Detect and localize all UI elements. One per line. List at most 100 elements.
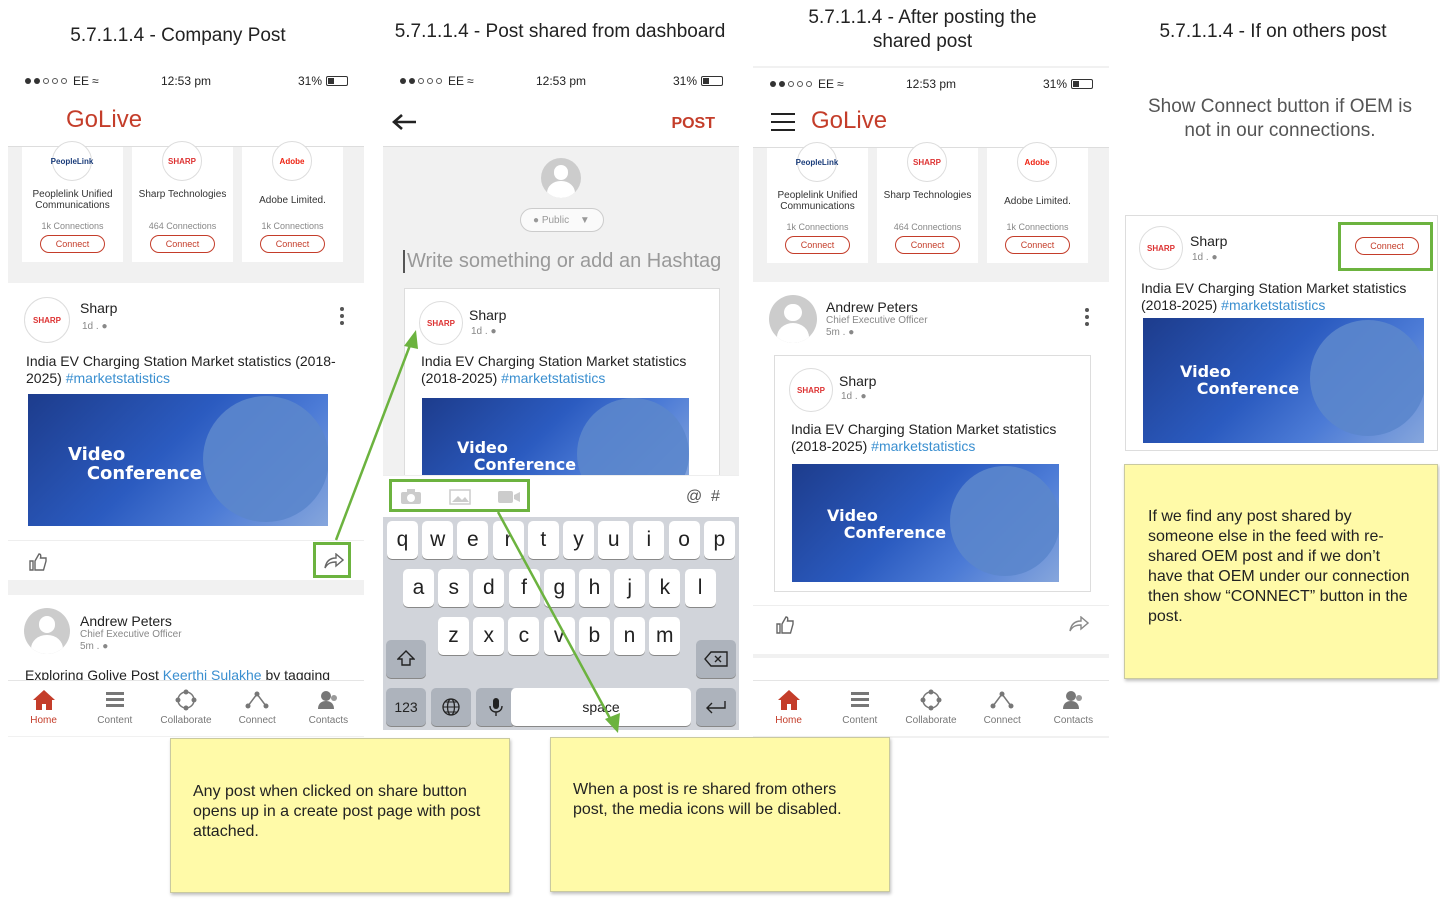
others-post-description: Show Connect button if OEM is not in our… xyxy=(1147,96,1412,141)
key-f[interactable]: f xyxy=(508,569,540,607)
key-d[interactable]: d xyxy=(473,569,505,607)
app-logo[interactable]: GoLive xyxy=(66,106,142,134)
key-y[interactable]: y xyxy=(563,521,594,559)
user-avatar[interactable] xyxy=(769,295,817,343)
compose-input[interactable]: Write something or add an Hashtag xyxy=(403,250,721,273)
nav-collaborate[interactable]: Collaborate xyxy=(895,681,966,736)
backspace-key[interactable] xyxy=(696,640,736,678)
app-logo[interactable]: GoLive xyxy=(811,107,887,135)
post-text: India EV Charging Station Market statist… xyxy=(1141,280,1407,313)
nav-connect[interactable]: Connect xyxy=(967,681,1038,736)
globe-icon: ● xyxy=(102,641,109,652)
key-z[interactable]: z xyxy=(438,617,469,655)
nav-home[interactable]: Home xyxy=(8,681,79,736)
screen-title-1: 5.7.1.1.4 - Company Post xyxy=(70,25,286,46)
globe-key[interactable] xyxy=(431,688,471,726)
nav-content[interactable]: Content xyxy=(79,681,150,736)
more-options-icon[interactable] xyxy=(1085,308,1089,329)
connect-button[interactable]: Connect xyxy=(150,235,215,253)
key-s[interactable]: s xyxy=(438,569,470,607)
back-arrow-icon[interactable] xyxy=(391,113,417,136)
globe-icon: ● xyxy=(533,215,540,226)
key-t[interactable]: t xyxy=(527,521,559,559)
sharp-avatar: SHARP xyxy=(1139,226,1183,270)
connect-button[interactable]: Connect xyxy=(260,235,325,253)
shift-key[interactable] xyxy=(386,640,426,678)
key-r[interactable]: r xyxy=(492,521,524,559)
connect-button[interactable]: Connect xyxy=(40,235,105,253)
hashtag[interactable]: #marketstatistics xyxy=(66,370,170,386)
post-image: Video Conference xyxy=(422,398,689,478)
key-j[interactable]: j xyxy=(614,569,646,607)
company-card[interactable]: PeopleLink Peoplelink Unified Communicati… xyxy=(22,141,123,262)
connect-button[interactable]: Connect xyxy=(785,236,850,254)
nav-content[interactable]: Content xyxy=(824,681,895,736)
user-avatar xyxy=(541,158,581,198)
post-image[interactable]: Video Conference xyxy=(28,394,328,526)
key-p[interactable]: p xyxy=(703,521,735,559)
key-c[interactable]: c xyxy=(508,617,540,655)
connect-button[interactable]: Connect xyxy=(1005,236,1070,254)
company-connections: 1k Connections xyxy=(261,221,324,231)
key-e[interactable]: e xyxy=(457,521,489,559)
like-icon[interactable] xyxy=(775,616,795,639)
key-a[interactable]: a xyxy=(403,569,434,607)
sharp-avatar[interactable]: SHARP xyxy=(24,297,70,343)
key-h[interactable]: h xyxy=(579,569,610,607)
share-highlight xyxy=(313,542,351,578)
microphone-key[interactable] xyxy=(476,688,516,726)
key-x[interactable]: x xyxy=(473,617,505,655)
key-v[interactable]: v xyxy=(543,617,575,655)
key-n[interactable]: n xyxy=(614,617,645,655)
company-logo: Adobe xyxy=(272,141,312,181)
company-card[interactable]: SHARP Sharp Technologies 464 Connections Co… xyxy=(877,142,978,263)
post-author[interactable]: Andrew Peters xyxy=(826,299,918,315)
company-card[interactable]: Adobe Adobe Limited. 1k Connections Connect xyxy=(242,141,343,262)
post-button[interactable]: POST xyxy=(671,115,715,133)
home-icon xyxy=(32,690,55,710)
nav-home[interactable]: Home xyxy=(753,681,824,736)
share-icon[interactable] xyxy=(1069,615,1090,637)
connect-button[interactable]: Connect xyxy=(895,236,960,254)
key-b[interactable]: b xyxy=(578,617,610,655)
user-avatar[interactable] xyxy=(24,608,70,654)
company-card[interactable]: SHARP Sharp Technologies 464 Connections Co… xyxy=(132,141,233,262)
company-card[interactable]: Adobe Adobe Limited. 1k Connections Connect xyxy=(987,142,1088,263)
mention-button[interactable]: @ xyxy=(686,488,702,506)
company-name: Peoplelink Unified Communications xyxy=(32,189,113,211)
key-u[interactable]: u xyxy=(598,521,630,559)
key-q[interactable]: q xyxy=(387,521,418,559)
post-image: Video Conference xyxy=(1143,318,1424,443)
company-connections: 464 Connections xyxy=(148,221,217,231)
more-options-icon[interactable] xyxy=(340,307,344,328)
key-m[interactable]: m xyxy=(649,617,681,655)
key-k[interactable]: k xyxy=(649,569,681,607)
nav-contacts[interactable]: Contacts xyxy=(293,681,364,736)
embedded-post[interactable]: SHARP Sharp 1d . ● India EV Charging Sta… xyxy=(774,355,1091,592)
company-card[interactable]: PeopleLink Peoplelink Unified Communicati… xyxy=(767,142,868,263)
key-i[interactable]: i xyxy=(633,521,665,559)
visibility-select[interactable]: ● Public ▼ xyxy=(520,208,604,232)
key-l[interactable]: l xyxy=(684,569,716,607)
key-w[interactable]: w xyxy=(422,521,454,559)
like-icon[interactable] xyxy=(28,553,48,576)
key-g[interactable]: g xyxy=(543,569,575,607)
company-name: Adobe Limited. xyxy=(259,195,326,206)
return-key[interactable] xyxy=(696,688,736,726)
hashtag-button[interactable]: # xyxy=(711,488,720,506)
keyboard: 123 space qwertyuiop asdfghjkl zxcvbnm xyxy=(383,517,739,730)
post-author[interactable]: Sharp xyxy=(80,300,117,316)
menu-icon[interactable] xyxy=(771,113,795,131)
numbers-key[interactable]: 123 xyxy=(386,688,426,726)
collaborate-icon xyxy=(175,689,197,711)
nav-connect[interactable]: Connect xyxy=(222,681,293,736)
battery-level: 31% xyxy=(297,74,322,88)
nav-collaborate[interactable]: Collaborate xyxy=(150,681,221,736)
post-author[interactable]: Andrew Peters xyxy=(80,613,172,629)
key-o[interactable]: o xyxy=(668,521,700,559)
sharp-avatar: SHARP xyxy=(789,368,833,412)
post-author[interactable]: Sharp xyxy=(1190,233,1227,249)
nav-contacts[interactable]: Contacts xyxy=(1038,681,1109,736)
space-key[interactable]: space xyxy=(511,688,691,726)
status-bar: EE ≈ 12:53 pm 31% xyxy=(753,68,1109,98)
